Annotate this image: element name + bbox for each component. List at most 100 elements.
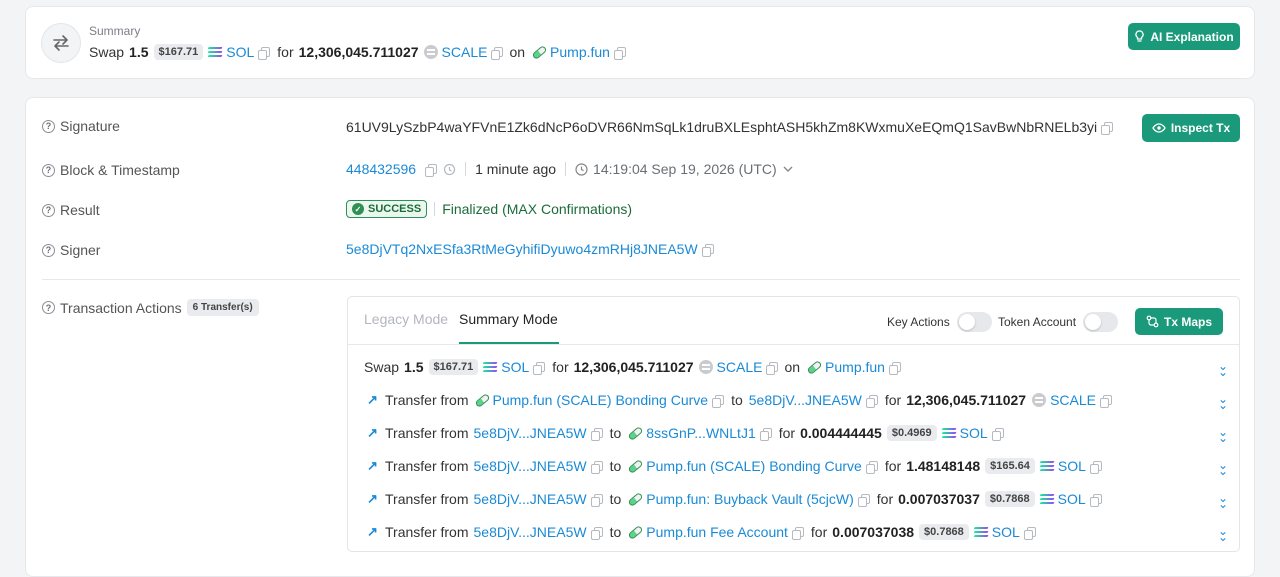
tab-summary-mode[interactable]: Summary Mode bbox=[459, 311, 558, 327]
details-card: ? Signature 61UV9LySzbP4waYFVnE1Zk6dNcP6… bbox=[25, 97, 1255, 577]
usd-badge: $167.71 bbox=[153, 44, 204, 60]
usd-badge: $0.4969 bbox=[886, 425, 937, 441]
on-word: on bbox=[784, 359, 801, 375]
transfer-word: Transfer from bbox=[385, 392, 469, 408]
transfer-to-link[interactable]: Pump.fun: Buyback Vault (5cjcW) bbox=[646, 491, 853, 507]
actions-label: Transaction Actions bbox=[60, 299, 182, 316]
transfer-token-link[interactable]: SOL bbox=[1058, 458, 1086, 474]
transfer-to-link[interactable]: Pump.fun Fee Account bbox=[646, 524, 788, 540]
swap-action-row: Swap 1.5 $167.71 SOL for 12,306,045.7110… bbox=[364, 357, 901, 377]
to-word: to bbox=[731, 392, 743, 408]
block-link[interactable]: 448432596 bbox=[346, 161, 416, 177]
transfer-token-link[interactable]: SOL bbox=[1058, 491, 1086, 507]
copy-icon[interactable] bbox=[258, 46, 271, 60]
copy-icon[interactable] bbox=[701, 243, 714, 257]
copy-icon[interactable] bbox=[590, 460, 603, 474]
platform-link[interactable]: Pump.fun bbox=[825, 359, 885, 375]
for-word: for bbox=[778, 425, 796, 441]
transfer-from-link[interactable]: Pump.fun (SCALE) Bonding Curve bbox=[493, 392, 709, 408]
result-label: Result bbox=[60, 202, 100, 218]
transfer-token-link[interactable]: SOL bbox=[992, 524, 1020, 540]
pumpfun-icon bbox=[627, 425, 644, 441]
summary-line: Swap 1.5 $167.71 SOL for 12,306,045.7110… bbox=[89, 42, 626, 62]
copy-icon[interactable] bbox=[865, 460, 878, 474]
panel-divider bbox=[348, 344, 1239, 345]
signature-row: 61UV9LySzbP4waYFVnE1Zk6dNcP6oDVR66NmSqLk… bbox=[346, 119, 1114, 135]
copy-icon[interactable] bbox=[1023, 526, 1036, 540]
expand-chevrons-icon[interactable]: ⌄ ⌄ bbox=[1217, 525, 1229, 543]
copy-icon[interactable] bbox=[425, 163, 438, 177]
copy-icon[interactable] bbox=[1089, 493, 1102, 507]
eye-icon bbox=[1152, 123, 1166, 133]
help-icon: ? bbox=[42, 203, 55, 217]
to-word: to bbox=[609, 425, 622, 441]
help-icon: ? bbox=[42, 301, 55, 314]
from-token-link[interactable]: SOL bbox=[226, 44, 254, 60]
transfers-badge: 6 Transfer(s) bbox=[186, 299, 259, 316]
transfer-to-link[interactable]: 8ssGnP...WNLtJ1 bbox=[646, 425, 755, 441]
expand-chevrons-icon[interactable]: ⌄ ⌄ bbox=[1217, 426, 1229, 444]
for-word: for bbox=[810, 524, 828, 540]
transfer-row: ↗ Transfer from 5e8DjV...JNEA5W to Pump.… bbox=[367, 456, 1102, 476]
copy-icon[interactable] bbox=[766, 361, 779, 375]
platform-link[interactable]: Pump.fun bbox=[550, 44, 610, 60]
to-amount: 12,306,045.711027 bbox=[298, 44, 419, 60]
copy-icon[interactable] bbox=[888, 361, 901, 375]
transfer-from-link[interactable]: 5e8DjV...JNEA5W bbox=[474, 524, 587, 540]
copy-icon[interactable] bbox=[712, 394, 725, 408]
token-account-toggle[interactable] bbox=[1083, 312, 1119, 332]
pumpfun-icon bbox=[627, 491, 644, 507]
history-icon[interactable] bbox=[443, 163, 456, 176]
copy-icon[interactable] bbox=[590, 493, 603, 507]
copy-icon[interactable] bbox=[991, 427, 1004, 441]
transfer-to-link[interactable]: Pump.fun (SCALE) Bonding Curve bbox=[646, 458, 862, 474]
expand-chevrons-icon[interactable]: ⌄ ⌄ bbox=[1217, 360, 1229, 378]
copy-icon[interactable] bbox=[1101, 121, 1114, 135]
copy-icon[interactable] bbox=[1089, 460, 1102, 474]
transfer-from-link[interactable]: 5e8DjV...JNEA5W bbox=[474, 425, 587, 441]
tx-maps-button[interactable]: Tx Maps bbox=[1135, 308, 1223, 335]
to-token-link[interactable]: SCALE bbox=[442, 44, 488, 60]
transfer-token-link[interactable]: SCALE bbox=[1050, 392, 1096, 408]
arrow-up-right-icon: ↗ bbox=[367, 392, 378, 407]
ai-explanation-button[interactable]: AI Explanation bbox=[1128, 23, 1240, 50]
chevron-down-icon[interactable] bbox=[783, 166, 793, 173]
copy-icon[interactable] bbox=[491, 46, 504, 60]
signer-label: Signer bbox=[60, 242, 101, 258]
expand-chevrons-icon[interactable]: ⌄ ⌄ bbox=[1217, 492, 1229, 510]
copy-icon[interactable] bbox=[865, 394, 878, 408]
swap-word: Swap bbox=[364, 359, 400, 375]
scale-token-icon bbox=[1032, 393, 1047, 407]
expand-chevrons-icon[interactable]: ⌄ ⌄ bbox=[1217, 459, 1229, 477]
transfer-token-link[interactable]: SOL bbox=[960, 425, 988, 441]
copy-icon[interactable] bbox=[613, 46, 626, 60]
tx-maps-label: Tx Maps bbox=[1163, 314, 1212, 329]
copy-icon[interactable] bbox=[533, 361, 546, 375]
transfer-from-link[interactable]: 5e8DjV...JNEA5W bbox=[474, 491, 587, 507]
help-icon: ? bbox=[42, 163, 55, 177]
separator bbox=[434, 202, 436, 216]
copy-icon[interactable] bbox=[857, 493, 870, 507]
from-token-link[interactable]: SOL bbox=[501, 359, 529, 375]
actions-panel: Legacy Mode Summary Mode Key Actions Tok… bbox=[347, 296, 1240, 552]
copy-icon[interactable] bbox=[590, 526, 603, 540]
key-actions-toggle[interactable] bbox=[956, 312, 992, 332]
help-icon: ? bbox=[42, 119, 55, 133]
copy-icon[interactable] bbox=[791, 526, 804, 540]
map-icon bbox=[1146, 315, 1159, 328]
transfer-row: ↗ Transfer from Pump.fun (SCALE) Bonding… bbox=[367, 390, 1113, 410]
copy-icon[interactable] bbox=[590, 427, 603, 441]
transfer-from-link[interactable]: 5e8DjV...JNEA5W bbox=[474, 458, 587, 474]
copy-icon[interactable] bbox=[759, 427, 772, 441]
sol-token-icon bbox=[973, 525, 989, 539]
check-icon: ✓ bbox=[352, 203, 364, 215]
to-token-link[interactable]: SCALE bbox=[717, 359, 763, 375]
copy-icon[interactable] bbox=[1100, 394, 1113, 408]
inspect-tx-button[interactable]: Inspect Tx bbox=[1142, 114, 1240, 142]
signer-link[interactable]: 5e8DjVTq2NxESfa3RtMeGyhifiDyuwo4zmRHj8JN… bbox=[346, 241, 698, 257]
transfer-to-link[interactable]: 5e8DjV...JNEA5W bbox=[749, 392, 862, 408]
expand-chevrons-icon[interactable]: ⌄ ⌄ bbox=[1217, 393, 1229, 411]
transfer-word: Transfer from bbox=[385, 425, 469, 441]
tab-legacy-mode[interactable]: Legacy Mode bbox=[364, 311, 448, 327]
summary-card: Summary Swap 1.5 $167.71 SOL for 12,306,… bbox=[25, 6, 1255, 79]
